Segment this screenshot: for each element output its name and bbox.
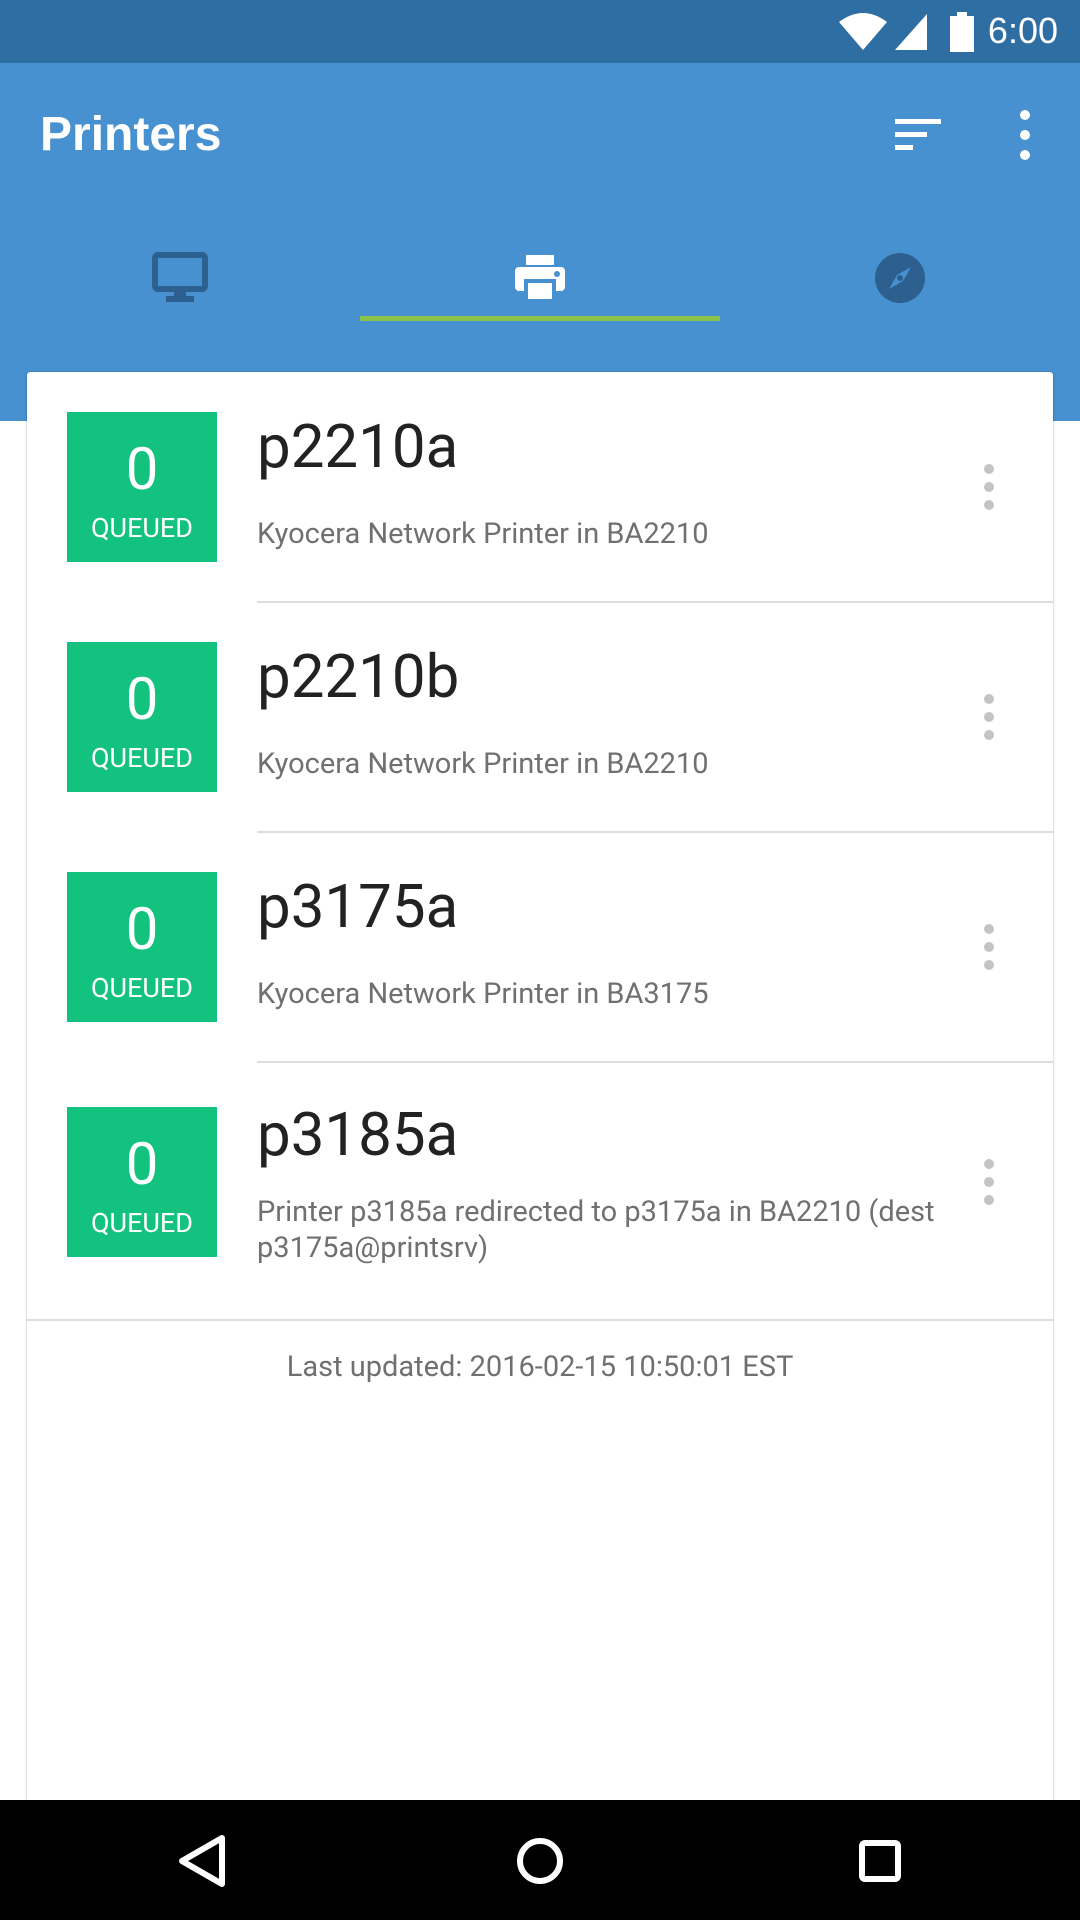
queue-badge: 0 QUEUED: [67, 872, 217, 1022]
queue-count: 0: [125, 436, 159, 504]
monitor-icon: [152, 252, 208, 302]
printer-name: p2210a: [257, 411, 459, 482]
printer-row[interactable]: 0 QUEUED p3175a Kyocera Network Printer …: [27, 832, 1053, 1063]
row-overflow-icon[interactable]: [979, 1157, 999, 1207]
printer-description: Kyocera Network Printer in BA3175: [257, 977, 709, 1011]
printer-icon: [515, 255, 565, 303]
app-bar: Printers: [0, 63, 1080, 421]
recents-icon[interactable]: [840, 1826, 920, 1896]
signal-icon: [895, 14, 927, 50]
tab-explore[interactable]: [720, 223, 1080, 333]
sort-icon[interactable]: [893, 115, 943, 155]
queue-label: QUEUED: [90, 512, 193, 544]
printer-name: p3185a: [257, 1099, 459, 1170]
queue-count: 0: [125, 666, 159, 734]
navigation-bar: [0, 1800, 1080, 1920]
printer-description: Kyocera Network Printer in BA2210: [257, 747, 709, 781]
list-divider: [27, 1319, 1053, 1321]
queue-label: QUEUED: [90, 1207, 193, 1239]
row-overflow-icon[interactable]: [979, 922, 999, 972]
last-updated-text: Last updated: 2016-02-15 10:50:01 EST: [286, 1350, 794, 1384]
status-time: 6:00: [987, 10, 1058, 51]
queue-badge: 0 QUEUED: [67, 1107, 217, 1257]
queue-label: QUEUED: [90, 972, 193, 1004]
printer-name: p2210b: [257, 641, 460, 712]
printer-description: Kyocera Network Printer in BA2210: [257, 517, 709, 551]
tab-computers[interactable]: [0, 223, 360, 333]
queue-label: QUEUED: [90, 742, 193, 774]
tab-indicator: [360, 316, 720, 321]
row-overflow-icon[interactable]: [979, 692, 999, 742]
queue-count: 0: [125, 896, 159, 964]
printer-row[interactable]: 0 QUEUED p2210a Kyocera Network Printer …: [27, 372, 1053, 603]
compass-icon: [875, 253, 925, 303]
queue-badge: 0 QUEUED: [67, 412, 217, 562]
printer-row[interactable]: 0 QUEUED p2210b Kyocera Network Printer …: [27, 602, 1053, 833]
queue-count: 0: [125, 1131, 159, 1199]
wifi-icon: [839, 13, 887, 50]
printer-list-card: 0 QUEUED p2210a Kyocera Network Printer …: [27, 372, 1053, 1822]
page-title: Printers: [40, 108, 222, 161]
home-icon[interactable]: [500, 1826, 580, 1896]
status-bar: 6:00: [0, 0, 1080, 63]
overflow-menu-icon[interactable]: [1008, 107, 1042, 163]
battery-icon: [950, 12, 974, 52]
back-icon[interactable]: [162, 1826, 242, 1896]
printer-row[interactable]: 0 QUEUED p3185a Printer p3185a redirecte…: [27, 1062, 1053, 1332]
queue-badge: 0 QUEUED: [67, 642, 217, 792]
printer-description: Printer p3185a redirected to p3175a in B…: [257, 1195, 935, 1265]
printer-name: p3175a: [257, 871, 459, 942]
row-overflow-icon[interactable]: [979, 462, 999, 512]
